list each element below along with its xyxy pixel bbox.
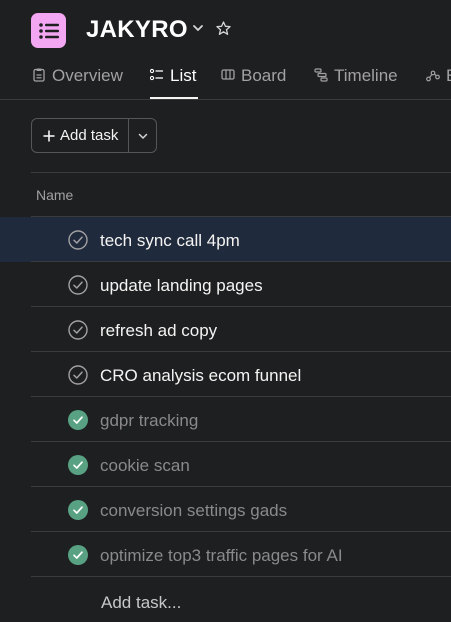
task-title[interactable]: tech sync call 4pm	[100, 231, 240, 251]
task-row[interactable]: cookie scan	[0, 442, 451, 487]
task-title[interactable]: cookie scan	[100, 456, 190, 476]
task-list: tech sync call 4pm update landing pages …	[0, 217, 451, 577]
tab-more-glyph: E	[446, 66, 451, 86]
task-row[interactable]: optimize top3 traffic pages for AI	[0, 532, 451, 577]
tab-label: List	[170, 66, 197, 85]
task-row[interactable]: tech sync call 4pm	[0, 217, 451, 262]
check-circle-icon[interactable]	[68, 320, 88, 340]
project-title[interactable]: JAKYRO	[86, 16, 188, 44]
add-task-button-group: Add task	[31, 118, 157, 153]
project-header: JAKYRO Overview List Board Timeline	[0, 0, 451, 100]
check-circle-icon[interactable]	[68, 275, 88, 295]
board-icon	[221, 69, 235, 80]
list-icon	[38, 22, 59, 39]
tab-label: Board	[241, 66, 287, 85]
task-title[interactable]: CRO analysis ecom funnel	[100, 366, 301, 386]
tab-workflow[interactable]: E	[426, 66, 451, 96]
task-title[interactable]: optimize top3 traffic pages for AI	[100, 546, 343, 566]
overview-icon	[33, 68, 45, 82]
list-icon	[150, 68, 163, 81]
tab-label: Overview	[52, 66, 123, 85]
active-tab-indicator	[150, 97, 198, 99]
tab-bar: Overview List Board Timeline	[0, 60, 451, 100]
add-task-button[interactable]: Add task	[32, 119, 128, 152]
chevron-down-icon[interactable]	[191, 21, 205, 35]
task-row[interactable]: update landing pages	[0, 262, 451, 307]
name-column-header[interactable]: Name	[31, 172, 451, 217]
check-circle-icon[interactable]	[68, 365, 88, 385]
row-divider	[31, 576, 451, 577]
check-circle-icon[interactable]	[68, 230, 88, 250]
add-task-inline[interactable]: Add task...	[101, 593, 181, 613]
task-title[interactable]: gdpr tracking	[100, 411, 198, 431]
task-row[interactable]: gdpr tracking	[0, 397, 451, 442]
tab-label: Timeline	[334, 66, 398, 85]
check-circle-filled-icon[interactable]	[68, 545, 88, 565]
check-circle-filled-icon[interactable]	[68, 455, 88, 475]
task-title[interactable]: conversion settings gads	[100, 501, 287, 521]
timeline-icon	[314, 68, 328, 82]
tab-board[interactable]: Board	[221, 66, 286, 96]
tab-overview[interactable]: Overview	[32, 66, 123, 96]
chevron-down-icon	[138, 133, 147, 139]
tab-list[interactable]: List	[150, 66, 196, 96]
task-row[interactable]: CRO analysis ecom funnel	[0, 352, 451, 397]
task-row[interactable]: conversion settings gads	[0, 487, 451, 532]
plus-icon	[43, 130, 55, 141]
check-circle-filled-icon[interactable]	[68, 410, 88, 430]
column-header-label: Name	[36, 187, 74, 203]
tab-timeline[interactable]: Timeline	[314, 66, 398, 96]
task-row[interactable]: refresh ad copy	[0, 307, 451, 352]
add-task-dropdown-button[interactable]	[128, 119, 156, 152]
task-title[interactable]: refresh ad copy	[100, 321, 217, 341]
star-icon[interactable]	[215, 20, 232, 37]
project-icon[interactable]	[31, 13, 66, 48]
add-task-label: Add task	[60, 127, 119, 144]
workflow-icon	[426, 70, 440, 82]
check-circle-filled-icon[interactable]	[68, 500, 88, 520]
task-title[interactable]: update landing pages	[100, 276, 263, 296]
